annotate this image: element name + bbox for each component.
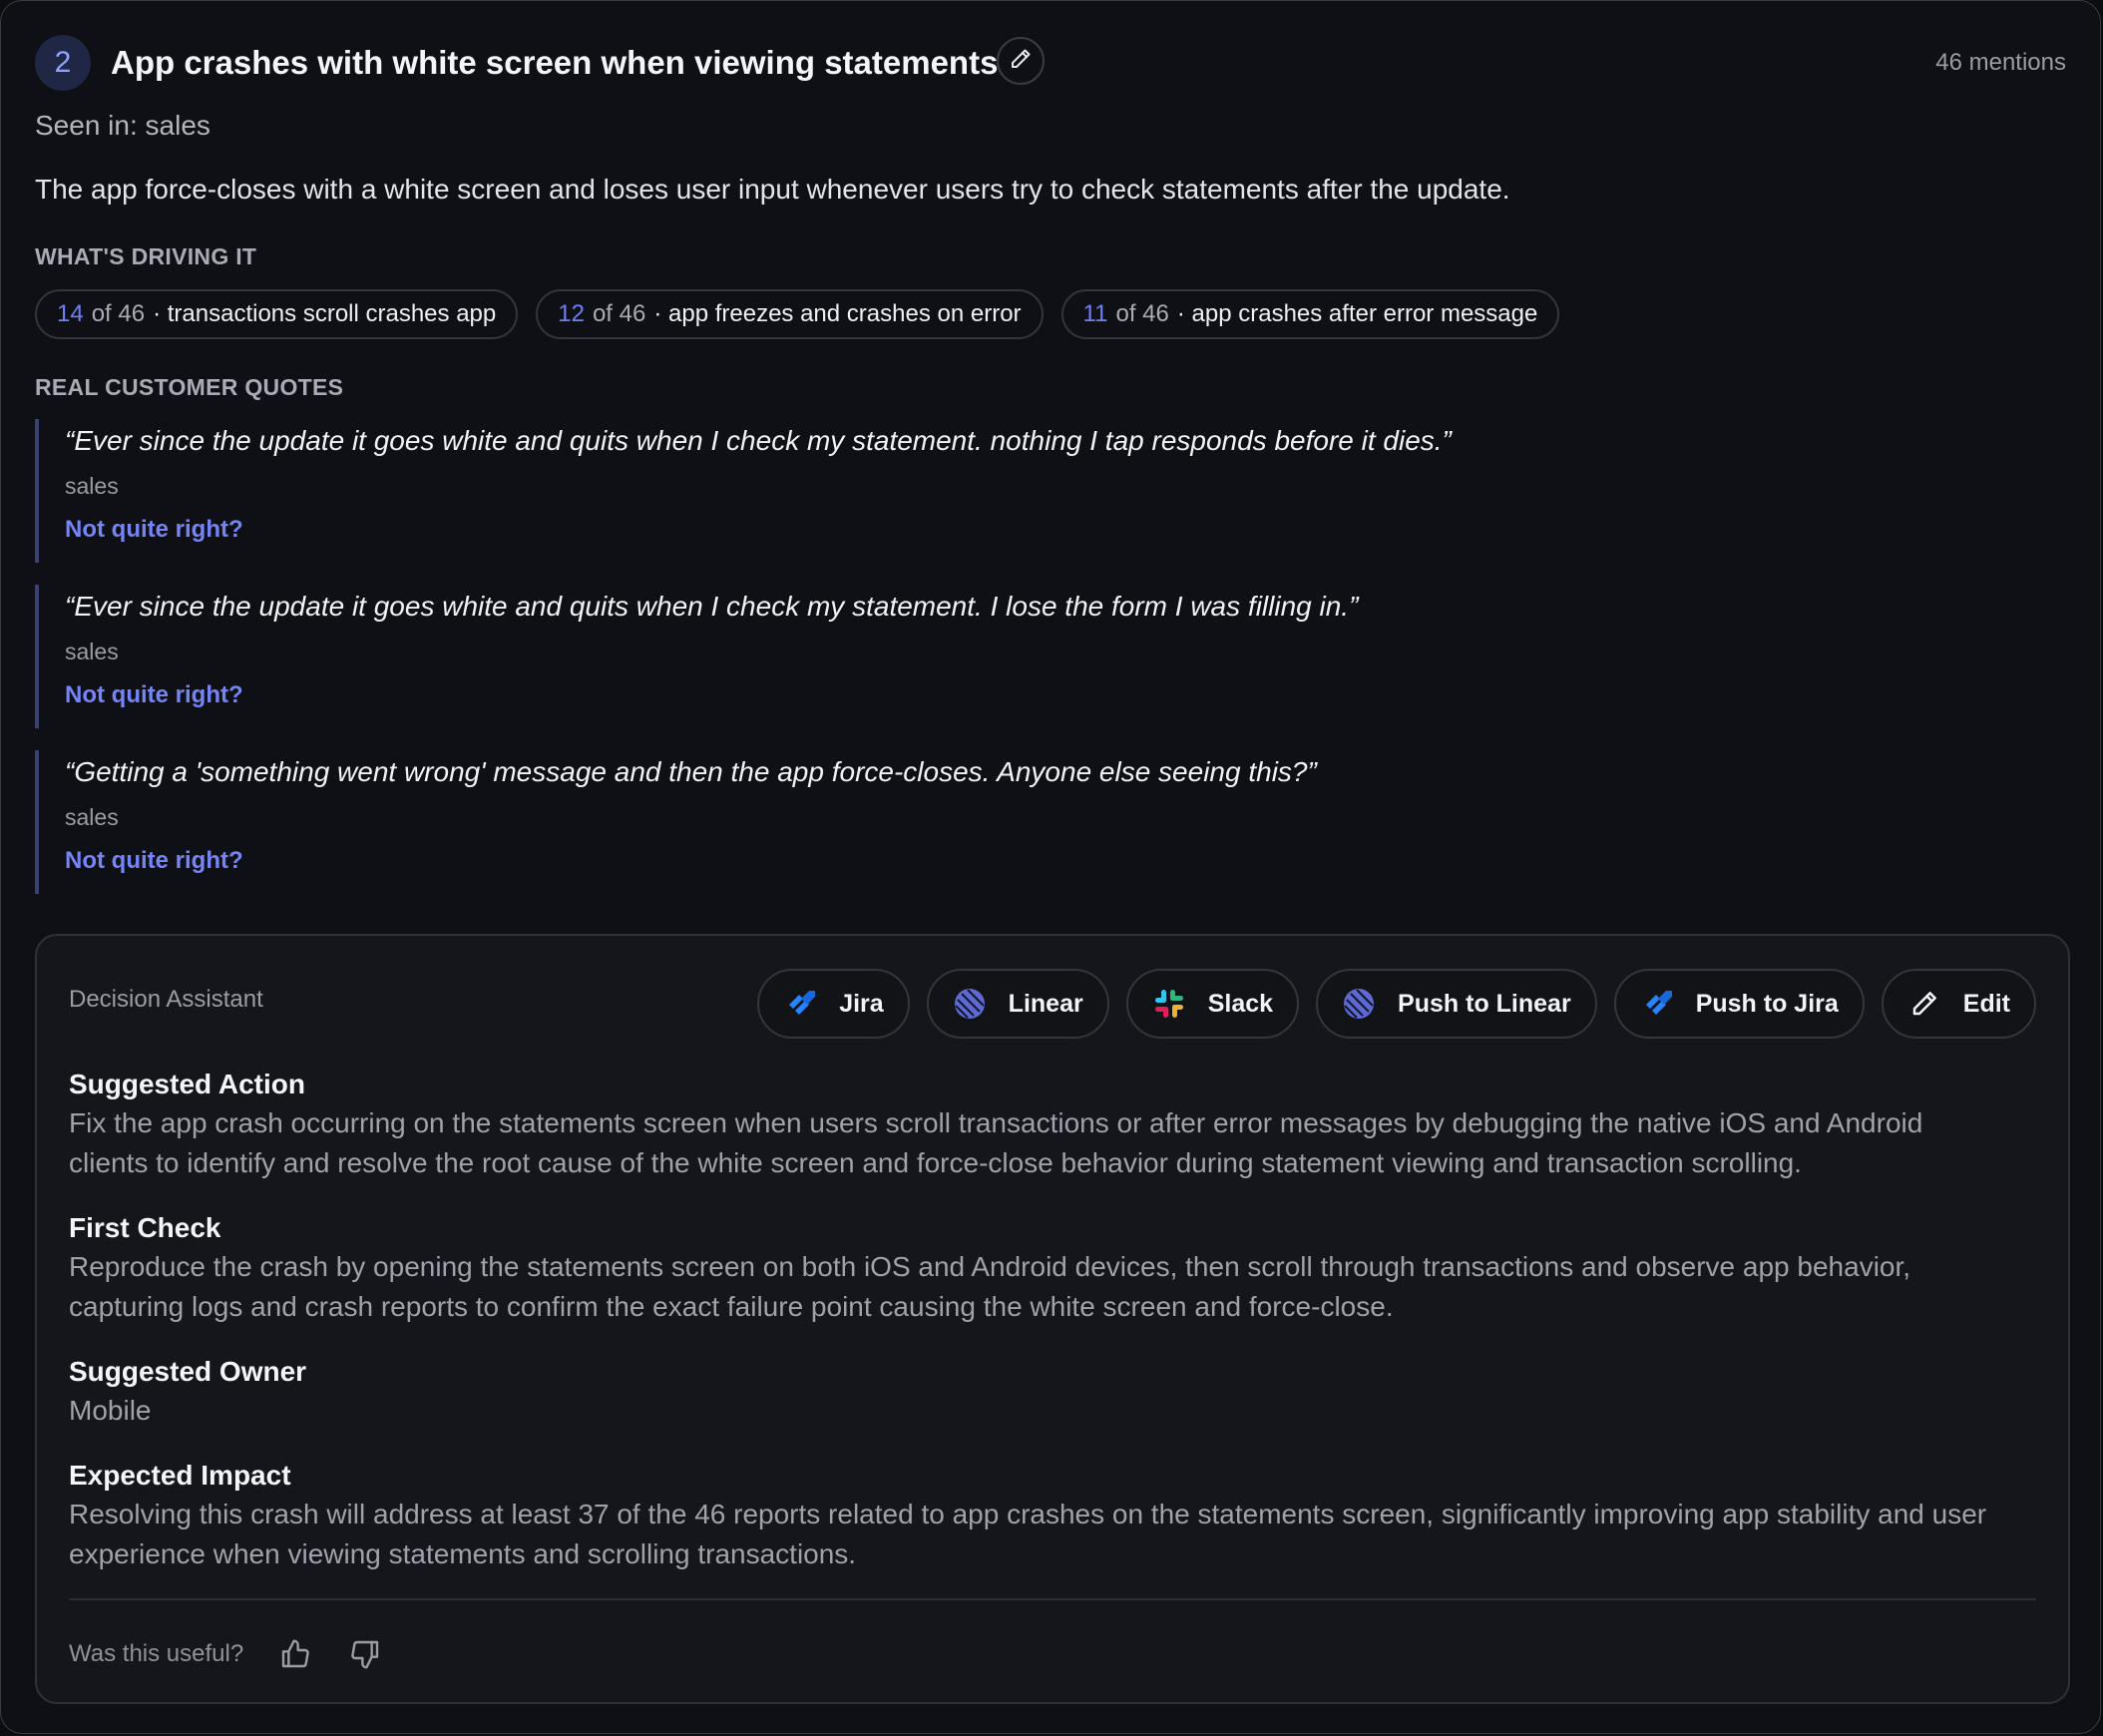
quote-source: sales	[65, 473, 119, 499]
feedback-label: Was this useful?	[69, 1640, 244, 1667]
customer-quote: “Getting a 'something went wrong' messag…	[35, 750, 1930, 894]
expected-impact-body: Resolving this crash will address at lea…	[69, 1499, 1987, 1569]
not-quite-right-link[interactable]: Not quite right?	[65, 680, 1930, 710]
driver-pill[interactable]: 14 of 46 · transactions scroll crashes a…	[35, 289, 519, 339]
suggested-action-body: Fix the app crash occurring on the state…	[69, 1107, 1923, 1178]
quote-text: “Ever since the update it goes white and…	[65, 591, 1359, 622]
driver-pill[interactable]: 12 of 46 · app freezes and crashes on er…	[536, 289, 1044, 339]
push-to-linear-label: Push to Linear	[1398, 989, 1571, 1018]
integration-actions: Jira Linear Slack Push to Linear Push to…	[757, 969, 2036, 1039]
mention-count: 46 mentions	[1935, 49, 2066, 76]
decision-assistant-label: Decision Assistant	[69, 986, 263, 1013]
quotes-heading: REAL CUSTOMER QUOTES	[35, 374, 344, 400]
driver-text: · app freezes and crashes on error	[653, 300, 1022, 327]
drivers-heading: WHAT'S DRIVING IT	[35, 243, 257, 269]
driver-total: of 46	[91, 300, 146, 327]
suggested-owner-body: Mobile	[69, 1395, 152, 1426]
first-check-title: First Check	[69, 1212, 221, 1243]
expected-impact-section: Expected Impact Resolving this crash wil…	[69, 1457, 1988, 1574]
decision-assistant-panel: Decision Assistant Jira Linear Slack Pus…	[35, 934, 2070, 1704]
issue-header: 2 App crashes with white screen when vie…	[35, 35, 2066, 91]
quote-text: “Ever since the update it goes white and…	[65, 425, 1452, 456]
first-check-section: First Check Reproduce the crash by openi…	[69, 1209, 1988, 1327]
issue-summary: The app force-closes with a white screen…	[35, 174, 1510, 205]
issue-card: 2 App crashes with white screen when vie…	[0, 0, 2101, 1734]
quote-text: “Getting a 'something went wrong' messag…	[65, 756, 1317, 787]
not-quite-right-link[interactable]: Not quite right?	[65, 515, 1930, 545]
seen-in: Seen in: sales	[35, 110, 210, 141]
linear-icon	[1342, 987, 1376, 1021]
edit-button-label: Edit	[1962, 989, 2010, 1018]
suggested-action-section: Suggested Action Fix the app crash occur…	[69, 1066, 1988, 1183]
thumbs-down-button[interactable]	[347, 1636, 383, 1672]
jira-icon	[783, 987, 817, 1021]
thumbs-down-icon	[351, 1640, 379, 1669]
feedback-row: Was this useful?	[69, 1634, 383, 1674]
driver-total: of 46	[1115, 300, 1169, 327]
slack-icon	[1152, 987, 1186, 1021]
pencil-icon	[1009, 47, 1033, 76]
not-quite-right-link[interactable]: Not quite right?	[65, 846, 1930, 876]
driver-pill[interactable]: 11 of 46 · app crashes after error messa…	[1060, 289, 1560, 339]
suggested-owner-title: Suggested Owner	[69, 1356, 307, 1387]
push-to-jira-label: Push to Jira	[1695, 989, 1839, 1018]
edit-title-button[interactable]	[997, 37, 1045, 85]
customer-quote: “Ever since the update it goes white and…	[35, 585, 1930, 728]
issue-title: App crashes with white screen when viewi…	[111, 44, 999, 81]
jira-icon	[1640, 987, 1674, 1021]
quote-source: sales	[65, 804, 119, 830]
suggested-action-title: Suggested Action	[69, 1069, 305, 1099]
driver-total: of 46	[592, 300, 646, 327]
push-to-linear-button[interactable]: Push to Linear	[1316, 969, 1597, 1039]
edit-button[interactable]: Edit	[1881, 969, 2036, 1039]
thumbs-up-icon	[281, 1639, 309, 1668]
rank-badge: 2	[35, 35, 91, 91]
divider	[69, 1598, 2036, 1600]
suggested-owner-section: Suggested Owner Mobile	[69, 1353, 1988, 1431]
thumbs-up-button[interactable]	[277, 1636, 313, 1672]
pencil-icon	[1907, 987, 1941, 1021]
linear-icon	[953, 987, 987, 1021]
jira-button[interactable]: Jira	[757, 969, 910, 1039]
linear-button-label: Linear	[1008, 989, 1083, 1018]
expected-impact-title: Expected Impact	[69, 1460, 291, 1491]
customer-quote: “Ever since the update it goes white and…	[35, 419, 1930, 563]
first-check-body: Reproduce the crash by opening the state…	[69, 1251, 1911, 1322]
slack-button-label: Slack	[1207, 989, 1274, 1018]
driver-count: 12	[558, 300, 585, 327]
linear-button[interactable]: Linear	[926, 969, 1109, 1039]
driver-count: 11	[1082, 300, 1108, 327]
slack-button[interactable]: Slack	[1125, 969, 1300, 1039]
driver-text: · app crashes after error message	[1176, 300, 1538, 327]
jira-button-label: Jira	[839, 989, 884, 1018]
driver-list: 14 of 46 · transactions scroll crashes a…	[35, 289, 1560, 339]
quote-source: sales	[65, 639, 119, 664]
push-to-jira-button[interactable]: Push to Jira	[1613, 969, 1865, 1039]
driver-text: · transactions scroll crashes app	[153, 300, 497, 327]
driver-count: 14	[57, 300, 84, 327]
